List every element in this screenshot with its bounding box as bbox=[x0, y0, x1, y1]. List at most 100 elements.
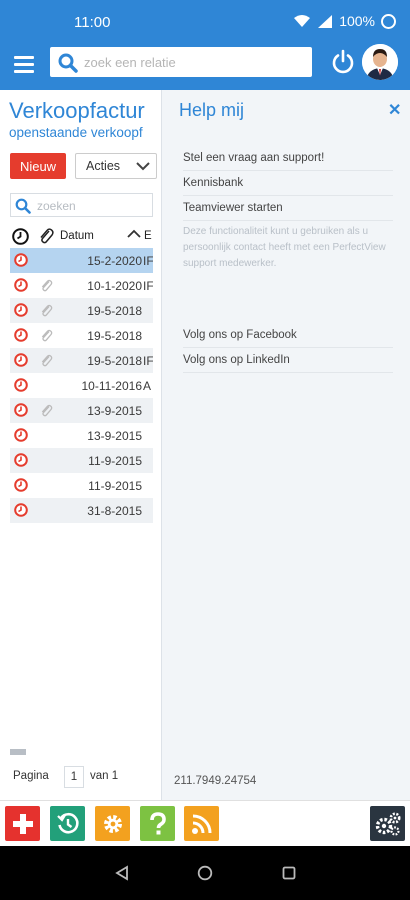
battery-icon bbox=[381, 13, 396, 29]
row-extra: A bbox=[143, 379, 152, 393]
power-icon[interactable] bbox=[330, 49, 356, 75]
table-row[interactable]: 10-1-2020 IF bbox=[10, 273, 153, 298]
actions-label: Acties bbox=[86, 159, 121, 173]
gear-icon bbox=[103, 814, 122, 833]
paperclip-column-icon[interactable] bbox=[38, 226, 54, 246]
table-row[interactable]: 10-11-2016 A bbox=[10, 373, 153, 398]
history-icon bbox=[56, 812, 79, 834]
status-bar: 11:00 100% bbox=[0, 0, 410, 44]
clock-icon bbox=[14, 453, 28, 467]
home-icon[interactable] bbox=[197, 865, 213, 881]
clock-icon bbox=[14, 428, 28, 442]
help-title: Help mij bbox=[179, 100, 245, 120]
scrollbar-handle[interactable] bbox=[10, 749, 26, 755]
clock-column-icon[interactable] bbox=[12, 228, 29, 245]
clock-icon bbox=[14, 478, 28, 492]
help-teamviewer-link[interactable]: Teamviewer starten bbox=[183, 202, 393, 221]
search-icon bbox=[15, 198, 31, 214]
wifi-icon bbox=[294, 15, 311, 27]
pager-total: van 1 bbox=[90, 770, 119, 782]
settings-tile[interactable] bbox=[95, 806, 130, 841]
table-row[interactable]: 19-5-2018 bbox=[10, 298, 153, 323]
bottom-action-bar bbox=[0, 800, 410, 846]
table-row[interactable]: 13-9-2015 bbox=[10, 398, 153, 423]
back-icon[interactable] bbox=[114, 865, 130, 881]
invoice-list-panel: Verkoopfactur openstaande verkoopf Nieuw… bbox=[0, 90, 160, 800]
system-settings-tile[interactable] bbox=[370, 806, 405, 841]
app-header bbox=[0, 44, 410, 90]
page-number-input[interactable]: 1 bbox=[64, 766, 84, 788]
linkedin-link[interactable]: Volg ons op LinkedIn bbox=[183, 354, 393, 373]
signal-icon bbox=[318, 14, 333, 28]
relation-search bbox=[50, 47, 312, 77]
status-time: 11:00 bbox=[74, 14, 111, 31]
row-extra: IF bbox=[143, 254, 153, 268]
pager-label: Pagina bbox=[13, 770, 49, 782]
list-search bbox=[10, 193, 153, 217]
row-date: 19-5-2018 bbox=[87, 354, 142, 368]
list-search-input[interactable] bbox=[37, 197, 147, 214]
row-date: 19-5-2018 bbox=[87, 329, 142, 343]
clock-icon bbox=[14, 378, 28, 392]
row-extra: IF bbox=[143, 354, 153, 368]
row-date: 13-9-2015 bbox=[87, 404, 142, 418]
avatar[interactable] bbox=[362, 44, 398, 80]
hamburger-menu-icon[interactable] bbox=[14, 56, 34, 74]
page-title: Verkoopfactur bbox=[9, 98, 145, 123]
paperclip-icon bbox=[41, 354, 53, 367]
rss-tile[interactable] bbox=[184, 806, 219, 841]
clock-icon bbox=[14, 503, 28, 517]
table-row[interactable]: 11-9-2015 bbox=[10, 448, 153, 473]
page-subtitle: openstaande verkoopf bbox=[9, 125, 143, 140]
row-date: 11-9-2015 bbox=[88, 454, 142, 468]
facebook-link[interactable]: Volg ons op Facebook bbox=[183, 329, 393, 348]
help-tile[interactable] bbox=[140, 806, 175, 841]
battery-percentage: 100% bbox=[339, 13, 375, 29]
row-extra: IF bbox=[143, 279, 153, 293]
row-date: 10-1-2020 bbox=[87, 279, 142, 293]
table-row[interactable]: 19-5-2018 IF bbox=[10, 348, 153, 373]
plus-icon bbox=[12, 813, 33, 834]
relation-search-input[interactable] bbox=[84, 51, 304, 73]
new-button[interactable]: Nieuw bbox=[10, 153, 66, 179]
table-row[interactable]: 11-9-2015 bbox=[10, 473, 153, 498]
question-icon bbox=[149, 811, 166, 834]
column-e[interactable]: E bbox=[144, 230, 152, 242]
row-date: 15-2-2020 bbox=[87, 254, 142, 268]
sort-up-icon[interactable] bbox=[127, 229, 141, 239]
table-row[interactable]: 19-5-2018 bbox=[10, 323, 153, 348]
chevron-down-icon bbox=[136, 162, 150, 171]
row-date: 19-5-2018 bbox=[87, 304, 142, 318]
help-support-link[interactable]: Stel een vraag aan support! bbox=[183, 152, 393, 171]
status-icons: 100% bbox=[293, 13, 396, 29]
list-header: Datum E bbox=[10, 225, 160, 247]
cogs-icon bbox=[375, 812, 400, 836]
main-content: Verkoopfactur openstaande verkoopf Nieuw… bbox=[0, 90, 410, 800]
clock-icon bbox=[14, 403, 28, 417]
invoice-rows: 15-2-2020 IF 10-1-2020 IF 19-5-2018 19-5-2018… bbox=[10, 248, 160, 523]
rss-icon bbox=[191, 814, 211, 834]
clock-icon bbox=[14, 303, 28, 317]
help-knowledge-base-link[interactable]: Kennisbank bbox=[183, 177, 393, 196]
paperclip-icon bbox=[41, 404, 53, 417]
paperclip-icon bbox=[41, 304, 53, 317]
table-row[interactable]: 31-8-2015 bbox=[10, 498, 153, 523]
actions-dropdown[interactable]: Acties bbox=[75, 153, 157, 179]
row-date: 10-11-2016 bbox=[81, 379, 143, 393]
recent-apps-icon[interactable] bbox=[282, 866, 296, 880]
user-avatar-icon bbox=[362, 44, 398, 80]
help-note: Deze functionaliteit kunt u gebruiken al… bbox=[183, 226, 386, 269]
table-row[interactable]: 15-2-2020 IF bbox=[10, 248, 153, 273]
paperclip-icon bbox=[41, 279, 53, 292]
paperclip-icon bbox=[41, 329, 53, 342]
clock-icon bbox=[14, 353, 28, 367]
system-nav-bar bbox=[0, 846, 410, 900]
add-tile[interactable] bbox=[5, 806, 40, 841]
table-row[interactable]: 13-9-2015 bbox=[10, 423, 153, 448]
close-icon[interactable]: ✕ bbox=[388, 100, 401, 120]
help-panel: Help mij ✕ Stel een vraag aan support! K… bbox=[161, 90, 410, 800]
history-tile[interactable] bbox=[50, 806, 85, 841]
column-date[interactable]: Datum bbox=[60, 230, 94, 242]
version-number: 211.7949.24754 bbox=[174, 775, 257, 787]
clock-icon bbox=[14, 278, 28, 292]
